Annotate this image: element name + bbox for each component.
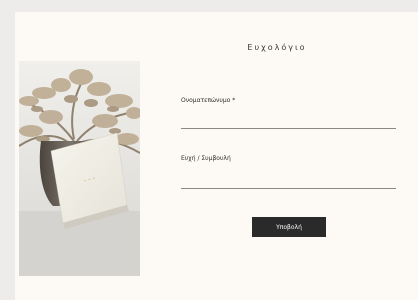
guestbook-card: ✧ ✧ ✧ Ευχολόγιο Ονοματεπώνυμο * Ευχή / Σ… (15, 12, 418, 300)
guestbook-photo: ✧ ✧ ✧ (19, 61, 140, 276)
message-field-label: Ευχή / Συμβουλή (181, 155, 231, 162)
page: ✧ ✧ ✧ Ευχολόγιο Ονοματεπώνυμο * Ευχή / Σ… (0, 0, 418, 300)
message-input[interactable] (181, 176, 396, 189)
form-title: Ευχολόγιο (247, 43, 307, 52)
name-field-label: Ονοματεπώνυμο * (181, 97, 236, 104)
name-input[interactable] (181, 117, 396, 129)
guestbook-photo-image: ✧ ✧ ✧ (19, 61, 140, 276)
submit-button[interactable]: Υποβολή (252, 217, 326, 237)
